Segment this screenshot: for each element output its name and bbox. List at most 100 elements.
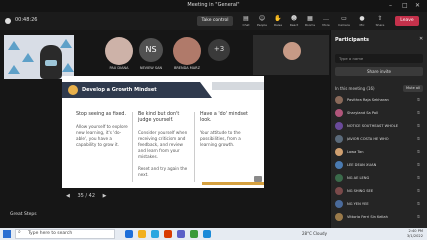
mic-muted-icon: ⦸ xyxy=(417,111,420,116)
mute-all-button[interactable]: Mute all xyxy=(403,85,423,92)
taskbar-app-icon[interactable] xyxy=(203,230,211,238)
participant-list-item[interactable]: Lowa Tan ⦸ xyxy=(335,148,425,158)
more-icon[interactable]: … xyxy=(320,15,332,22)
participant-list-item[interactable]: NG AE LENG ⦸ xyxy=(335,174,425,184)
more-label: More xyxy=(322,23,330,27)
title-bar: Meeting in "General" – □ ✕ xyxy=(0,0,427,12)
background-sail-icon xyxy=(60,39,72,48)
avatar xyxy=(335,161,343,169)
camera-label: Camera xyxy=(338,23,350,27)
start-menu-icon[interactable] xyxy=(3,230,11,238)
participant-name: Vittoria Ferri Sin Kellah xyxy=(347,215,388,219)
participant-name: JAVIOR COSTA HE WHO xyxy=(347,137,389,141)
participant-tile-1[interactable] xyxy=(105,37,133,65)
avatar xyxy=(335,135,343,143)
taskbar-app-icon[interactable] xyxy=(151,230,159,238)
share-label: Share xyxy=(375,23,385,27)
people-icon[interactable]: ☺ xyxy=(256,15,268,22)
more-participants-button[interactable]: +3 xyxy=(208,39,230,61)
window-title: Meeting in "General" xyxy=(187,2,240,8)
column-divider xyxy=(194,112,195,182)
participant-list-item[interactable]: NG SHING SEE ⦸ xyxy=(335,187,425,197)
participant-name: LEE DEAN XUAN xyxy=(347,163,377,167)
slide-title: Develop a Growth Mindset xyxy=(82,87,157,93)
avatar xyxy=(335,96,343,104)
participant-name: NG AE LENG xyxy=(347,176,370,180)
maximize-button[interactable]: □ xyxy=(402,2,408,9)
slide-page-indicator: 35 / 42 xyxy=(77,193,96,199)
leave-button[interactable]: Leave xyxy=(395,16,419,26)
share-invite-button[interactable]: Share invite xyxy=(335,67,423,76)
mic-icon[interactable]: ● xyxy=(356,15,368,22)
people-label: People xyxy=(257,23,267,27)
slide-column-1: Stop seeing as fixed. Allow yourself to … xyxy=(76,112,128,154)
participant-name-3: BRENDA MARZ xyxy=(173,66,201,70)
raise-label: Raise xyxy=(273,23,283,27)
participant-list-item[interactable]: Vittoria Ferri Sin Kellah ⦸ xyxy=(335,213,425,223)
minimize-button[interactable]: – xyxy=(389,2,392,9)
taskbar-app-icon[interactable] xyxy=(138,230,146,238)
participant-list-item[interactable]: LEE DEAN XUAN ⦸ xyxy=(335,161,425,171)
camera-icon[interactable]: ▭ xyxy=(338,15,350,22)
mic-muted-icon: ⦸ xyxy=(417,137,420,142)
participant-search-input[interactable]: Type a name xyxy=(335,54,423,63)
column-heading: Stop seeing as fixed. xyxy=(76,112,126,117)
self-video-tile[interactable] xyxy=(4,35,74,79)
mic-muted-icon: ⦸ xyxy=(417,163,420,168)
in-meeting-section-label[interactable]: In this meeting (16) xyxy=(335,86,375,91)
participant-name-1: PAU DIANA xyxy=(109,66,129,70)
slide-navigation: ◀ 35 / 42 ▶ xyxy=(66,193,113,199)
react-label: React xyxy=(289,23,299,27)
share-icon[interactable]: ⇧ xyxy=(374,15,386,22)
chat-icon[interactable]: ▤ xyxy=(240,15,252,22)
column-text: Reset and try again the next. xyxy=(138,166,188,177)
presenter-name-label: Great Steps xyxy=(10,212,37,217)
search-icon: ⌕ xyxy=(18,229,21,235)
clock-date: 3/1/2022 xyxy=(406,234,423,238)
rooms-icon[interactable]: ▦ xyxy=(304,15,316,22)
react-icon[interactable]: ☻ xyxy=(288,15,300,22)
taskbar-app-icon[interactable] xyxy=(164,230,172,238)
avatar xyxy=(335,174,343,182)
recording-indicator-icon xyxy=(5,18,11,24)
taskbar-search-input[interactable]: Type here to search xyxy=(15,229,115,239)
column-text: Your attitude to the possibilities, from… xyxy=(200,130,241,147)
raise-hand-icon[interactable]: ✋ xyxy=(272,15,284,22)
rooms-label: Rooms xyxy=(304,23,316,27)
participant-list-item[interactable]: NG YEN YEE ⦸ xyxy=(335,200,425,210)
mic-muted-icon: ⦸ xyxy=(417,150,420,155)
participant-avatar-initials[interactable]: NS xyxy=(139,38,163,62)
participants-panel: Participants ✕ Type a name Share invite … xyxy=(330,30,427,228)
take-control-button[interactable]: Take control xyxy=(197,16,233,26)
participant-list-item[interactable]: JAVIOR COSTA HE WHO ⦸ xyxy=(335,135,425,145)
face-mask xyxy=(45,60,57,66)
weather-widget[interactable]: 28°C Cloudy xyxy=(302,231,327,236)
taskbar-app-icon[interactable] xyxy=(177,230,185,238)
next-slide-button[interactable]: ▶ xyxy=(103,193,107,199)
participant-list-item[interactable]: NOTICE SOUTHEAST WHOLE ⦸ xyxy=(335,122,425,132)
close-window-button[interactable]: ✕ xyxy=(415,2,420,9)
background-sail-icon xyxy=(8,65,20,74)
participant-name: Lowa Tan xyxy=(347,150,364,154)
mic-label: Mic xyxy=(359,23,365,27)
slide-footer-bar xyxy=(202,182,264,185)
column-text: Allow yourself to explore new learning, … xyxy=(76,124,128,147)
shared-slide: Develop a Growth Mindset Stop seeing as … xyxy=(62,76,264,188)
taskbar-app-icon[interactable] xyxy=(190,230,198,238)
close-panel-button[interactable]: ✕ xyxy=(419,36,423,42)
background-sail-icon xyxy=(22,53,34,62)
pinned-video-tile[interactable] xyxy=(253,35,329,75)
avatar xyxy=(335,148,343,156)
meeting-toolbar: 00:48:26 Take control ▤ Chat ☺ People ✋ … xyxy=(0,12,427,30)
participant-list-item[interactable]: Sharyland Sa Poll ⦸ xyxy=(335,109,425,119)
taskbar-clock[interactable]: 2:40 PM 3/1/2022 xyxy=(397,229,423,239)
slide-column-2: Be kind but don't judge yourself. Consid… xyxy=(138,112,190,184)
mic-muted-icon: ⦸ xyxy=(417,189,420,194)
lightbulb-icon xyxy=(68,85,78,95)
meeting-timer: 00:48:26 xyxy=(15,17,38,23)
mic-muted-icon: ⦸ xyxy=(417,215,420,220)
taskbar-app-icon[interactable] xyxy=(125,230,133,238)
participant-list-item[interactable]: Pavithra Raja Sekharan ⦸ xyxy=(335,96,425,106)
previous-slide-button[interactable]: ◀ xyxy=(66,193,70,199)
participant-tile-3[interactable] xyxy=(173,37,201,65)
